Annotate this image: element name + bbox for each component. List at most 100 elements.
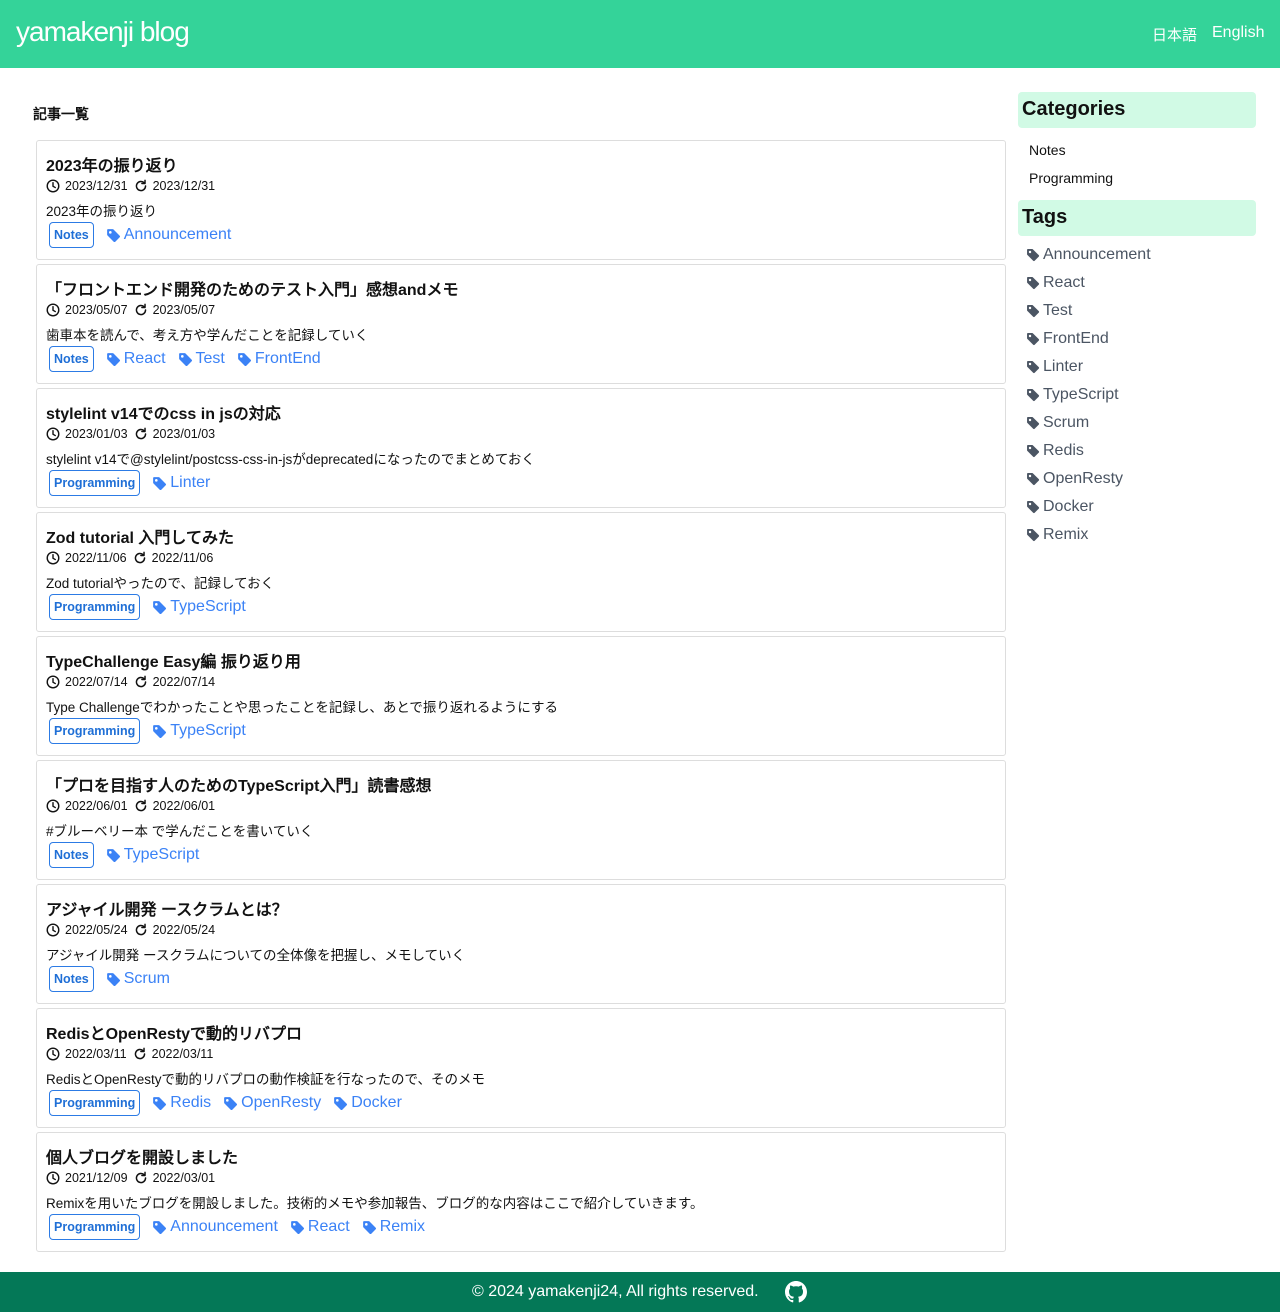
post-title-link[interactable]: RedisとOpenRestyで動的リバプロ bbox=[46, 1020, 302, 1044]
post-tag-link[interactable]: TypeScript bbox=[152, 722, 246, 740]
lang-en-link[interactable]: English bbox=[1212, 24, 1264, 42]
sidebar-tag-link[interactable]: React bbox=[1026, 274, 1085, 292]
refresh-icon bbox=[134, 923, 153, 937]
post-tag-link[interactable]: React bbox=[106, 350, 166, 368]
sidebar-tag-label: Redis bbox=[1043, 442, 1084, 459]
sidebar-tag-link[interactable]: Scrum bbox=[1026, 414, 1089, 432]
post-title-link[interactable]: 個人ブログを開設しました bbox=[46, 1144, 238, 1168]
post-tag-link[interactable]: Linter bbox=[152, 474, 210, 492]
post-title-link[interactable]: Zod tutorial 入門してみた bbox=[46, 524, 234, 548]
sidebar-tag-label: Test bbox=[1043, 302, 1073, 319]
lang-ja-link[interactable]: 日本語 bbox=[1152, 24, 1197, 45]
copyright-text: © 2024 yamakenji24, All rights reserved. bbox=[472, 1283, 759, 1300]
updated-date: 2022/11/06 bbox=[151, 551, 214, 565]
post-category-badge[interactable]: Notes bbox=[49, 842, 94, 868]
post-dates: 2022/03/11 2022/03/11 bbox=[46, 1046, 213, 1062]
sidebar-tag-link[interactable]: Remix bbox=[1026, 526, 1088, 544]
post-description: stylelint v14で@stylelint/postcss-css-in-… bbox=[46, 452, 535, 467]
post-card: 2023年の振り返り 2023/12/31 2023/12/31 2023年の振り返り… bbox=[36, 140, 1006, 260]
post-tags: Programming Announcement React Remix bbox=[49, 1214, 437, 1240]
post-category-badge[interactable]: Programming bbox=[49, 594, 141, 620]
post-title-link[interactable]: stylelint v14でのcss in jsの対応 bbox=[46, 400, 281, 424]
post-tag-link[interactable]: React bbox=[290, 1218, 350, 1236]
post-tag-link[interactable]: OpenResty bbox=[223, 1094, 321, 1112]
post-tag-link[interactable]: Remix bbox=[362, 1218, 425, 1236]
site-footer: © 2024 yamakenji24, All rights reserved. bbox=[0, 1272, 1280, 1312]
created-date: 2021/12/09 bbox=[65, 1171, 128, 1185]
tag-icon bbox=[1026, 304, 1043, 318]
post-tag-link[interactable]: Announcement bbox=[152, 1218, 278, 1236]
refresh-icon bbox=[134, 799, 153, 813]
post-tag-label: FrontEnd bbox=[254, 350, 321, 367]
post-tag-link[interactable]: FrontEnd bbox=[237, 350, 321, 368]
sidebar-tag-label: OpenResty bbox=[1043, 470, 1124, 487]
post-tag-label: Docker bbox=[351, 1094, 402, 1111]
tag-icon bbox=[333, 1096, 351, 1111]
post-category-badge[interactable]: Programming bbox=[49, 1090, 141, 1116]
sidebar-tag-label: Docker bbox=[1043, 498, 1094, 515]
post-tag-link[interactable]: Announcement bbox=[106, 226, 231, 244]
sidebar-tag-link[interactable]: Redis bbox=[1026, 442, 1084, 460]
tags-heading: Tags bbox=[1018, 200, 1256, 236]
post-tag-link[interactable]: TypeScript bbox=[106, 846, 199, 864]
post-tag-label: Announcement bbox=[170, 1218, 278, 1235]
post-tag-link[interactable]: Docker bbox=[333, 1094, 402, 1112]
refresh-icon bbox=[133, 551, 152, 565]
post-tags: Programming TypeScript bbox=[49, 718, 258, 744]
post-category-badge[interactable]: Programming bbox=[49, 718, 141, 744]
post-tag-link[interactable]: TypeScript bbox=[152, 598, 246, 616]
post-dates: 2022/11/06 2022/11/06 bbox=[46, 550, 213, 566]
refresh-icon bbox=[134, 303, 153, 317]
post-tag-label: Remix bbox=[379, 1218, 426, 1235]
post-title-link[interactable]: 「フロントエンド開発のためのテスト入門」感想andメモ bbox=[46, 276, 458, 300]
post-category-badge[interactable]: Notes bbox=[49, 222, 94, 248]
clock-icon bbox=[46, 1047, 65, 1061]
post-tag-link[interactable]: Test bbox=[178, 350, 225, 368]
post-category-badge[interactable]: Programming bbox=[49, 470, 141, 496]
post-tag-link[interactable]: Scrum bbox=[106, 970, 170, 988]
tag-icon bbox=[1026, 472, 1043, 486]
site-header: yamakenji blog 日本語 English bbox=[0, 0, 1280, 68]
refresh-icon bbox=[134, 427, 153, 441]
sidebar-tag-link[interactable]: OpenResty bbox=[1026, 470, 1123, 488]
post-card: 個人ブログを開設しました 2021/12/09 2022/03/01 Remixを用い… bbox=[36, 1132, 1006, 1252]
post-dates: 2022/06/01 2022/06/01 bbox=[46, 798, 215, 814]
sidebar-tag-link[interactable]: FrontEnd bbox=[1026, 330, 1109, 348]
tag-icon bbox=[1026, 248, 1043, 262]
site-logo-link[interactable]: yamakenji blog bbox=[16, 16, 190, 48]
sidebar-category-link[interactable]: Programming bbox=[1029, 170, 1113, 186]
sidebar-tag-link[interactable]: Linter bbox=[1026, 358, 1083, 376]
tag-icon bbox=[237, 352, 255, 367]
post-description: RedisとOpenRestyで動的リバプロの動作検証を行なったので、そのメモ bbox=[46, 1072, 486, 1087]
sidebar-tag-link[interactable]: Announcement bbox=[1026, 246, 1151, 264]
post-tag-label: Test bbox=[195, 350, 225, 367]
post-tag-label: TypeScript bbox=[170, 598, 246, 615]
post-title-link[interactable]: アジャイル開発 ースクラムとは？ bbox=[46, 896, 288, 920]
post-tags: Programming Redis OpenResty Docker bbox=[49, 1090, 414, 1116]
sidebar-tag-link[interactable]: Test bbox=[1026, 302, 1072, 320]
categories-heading: Categories bbox=[1018, 92, 1256, 128]
refresh-icon bbox=[133, 1047, 152, 1061]
post-tags: Programming Linter bbox=[49, 470, 222, 496]
sidebar-tag-link[interactable]: Docker bbox=[1026, 498, 1094, 516]
clock-icon bbox=[46, 1171, 65, 1185]
tag-icon bbox=[152, 1096, 170, 1111]
post-title-link[interactable]: 2023年の振り返り bbox=[46, 152, 178, 176]
sidebar-tag-link[interactable]: TypeScript bbox=[1026, 386, 1119, 404]
post-tag-link[interactable]: Redis bbox=[152, 1094, 211, 1112]
post-category-badge[interactable]: Notes bbox=[49, 346, 94, 372]
post-card: Zod tutorial 入門してみた 2022/11/06 2022/11/06 Z… bbox=[36, 512, 1006, 632]
post-category-badge[interactable]: Programming bbox=[49, 1214, 141, 1240]
tag-icon bbox=[106, 352, 124, 367]
github-icon[interactable] bbox=[785, 1281, 807, 1303]
post-tags: Notes TypeScript bbox=[49, 842, 211, 868]
sidebar-category-link[interactable]: Notes bbox=[1029, 142, 1066, 158]
post-title-link[interactable]: 「プロを目指す人のためのTypeScript入門」読書感想 bbox=[46, 772, 432, 796]
tag-icon bbox=[1026, 500, 1043, 514]
post-title-link[interactable]: TypeChallenge Easy編 振り返り用 bbox=[46, 648, 301, 672]
clock-icon bbox=[46, 303, 65, 317]
post-category-badge[interactable]: Notes bbox=[49, 966, 94, 992]
post-tag-label: TypeScript bbox=[170, 722, 246, 739]
updated-date: 2022/03/01 bbox=[152, 1171, 216, 1185]
created-date: 2023/05/07 bbox=[65, 303, 128, 317]
